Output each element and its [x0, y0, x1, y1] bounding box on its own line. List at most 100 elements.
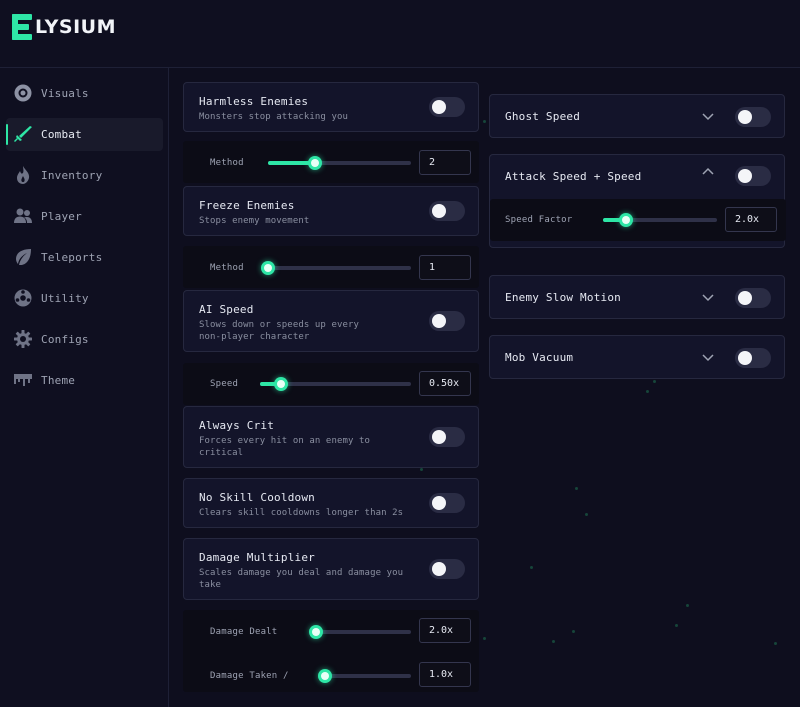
chevron-down-icon[interactable]: [701, 112, 715, 122]
sidebar-item-combat[interactable]: Combat: [6, 118, 163, 151]
slider-label: Speed: [210, 379, 239, 389]
particle: [483, 637, 486, 640]
harmless-enemies-toggle[interactable]: [429, 97, 465, 117]
no-skill-cooldown-toggle[interactable]: [429, 493, 465, 513]
card-title: Attack Speed + Speed: [505, 170, 642, 183]
slider-label: Damage Dealt: [210, 627, 278, 637]
card-description: Clears skill cooldowns longer than 2s: [199, 508, 404, 518]
always-crit-toggle[interactable]: [429, 427, 465, 447]
method-slider[interactable]: [261, 261, 411, 275]
chevron-down-icon[interactable]: [701, 293, 715, 303]
particle: [420, 468, 423, 471]
logo-mark-icon: [12, 14, 34, 40]
card-description: Scales damage you deal and damage you: [199, 568, 404, 578]
damage-taken-slider[interactable]: [318, 669, 411, 683]
eye-icon: [13, 83, 33, 103]
damage-dealt-slider[interactable]: [309, 625, 411, 639]
card-description: take: [199, 580, 222, 590]
particle: [653, 380, 656, 383]
freeze-method-panel: Method 1: [183, 246, 479, 288]
leaf-icon: [13, 247, 33, 267]
flame-icon: [13, 165, 33, 185]
particle: [646, 390, 649, 393]
freeze-enemies-card: Freeze Enemies Stops enemy movement: [183, 186, 479, 236]
mob-vacuum-card[interactable]: Mob Vacuum: [489, 335, 785, 379]
particle: [774, 642, 777, 645]
speed-value-field[interactable]: 0.50x: [419, 371, 471, 396]
sidebar-item-configs[interactable]: Configs: [6, 323, 163, 356]
sidebar-item-label: Combat: [41, 128, 82, 141]
slider-handle[interactable]: [618, 213, 633, 227]
particle: [483, 120, 486, 123]
slider-label: Damage Taken /: [210, 671, 289, 681]
particle: [686, 604, 689, 607]
always-crit-card: Always Crit Forces every hit on an enemy…: [183, 406, 479, 468]
sidebar-item-player[interactable]: Player: [6, 200, 163, 233]
harmless-enemies-card: Harmless Enemies Monsters stop attacking…: [183, 82, 479, 132]
card-title: AI Speed: [199, 303, 254, 316]
speed-slider[interactable]: [260, 377, 411, 391]
slider-handle[interactable]: [274, 377, 289, 391]
sidebar-item-inventory[interactable]: Inventory: [6, 159, 163, 192]
sidebar-item-label: Theme: [41, 374, 76, 387]
slider-handle[interactable]: [318, 669, 332, 683]
chevron-up-icon[interactable]: [701, 166, 715, 176]
ghost-speed-toggle[interactable]: [735, 107, 771, 127]
attack-speed-card[interactable]: Attack Speed + Speed Speed Factor 2.0x: [489, 154, 786, 248]
mob-vacuum-toggle[interactable]: [735, 348, 771, 368]
method-slider[interactable]: [268, 156, 411, 170]
sidebar-item-teleports[interactable]: Teleports: [6, 241, 163, 274]
card-description: critical: [199, 448, 244, 458]
damage-multiplier-toggle[interactable]: [429, 559, 465, 579]
sidebar-item-label: Visuals: [41, 87, 89, 100]
sidebar-item-label: Utility: [41, 292, 89, 305]
particle: [572, 630, 575, 633]
ghost-speed-card[interactable]: Ghost Speed: [489, 94, 785, 138]
enemy-slow-motion-toggle[interactable]: [735, 288, 771, 308]
paint-drip-icon: [13, 370, 33, 390]
particle: [675, 624, 678, 627]
no-skill-cooldown-card: No Skill Cooldown Clears skill cooldowns…: [183, 478, 479, 528]
harmless-method-panel: Method 2: [183, 141, 479, 183]
method-value-field[interactable]: 1: [419, 255, 471, 280]
particle: [530, 566, 533, 569]
card-description: Stops enemy movement: [199, 216, 310, 226]
sidebar-item-utility[interactable]: Utility: [6, 282, 163, 315]
sidebar-item-label: Inventory: [41, 169, 103, 182]
enemy-slow-motion-card[interactable]: Enemy Slow Motion: [489, 275, 785, 319]
damage-multiplier-card: Damage Multiplier Scales damage you deal…: [183, 538, 479, 600]
app-header: LYSIUM: [0, 0, 800, 68]
slider-label: Method: [210, 263, 244, 273]
logo: LYSIUM: [12, 14, 116, 40]
speed-factor-slider[interactable]: [603, 213, 717, 227]
speed-factor-value-field[interactable]: 2.0x: [725, 207, 777, 232]
card-title: Always Crit: [199, 419, 275, 432]
card-description: non-player character: [199, 332, 310, 342]
card-description: Forces every hit on an enemy to: [199, 436, 371, 446]
gear-icon: [13, 329, 33, 349]
ai-speed-card: AI Speed Slows down or speeds up every n…: [183, 290, 479, 352]
card-title: Enemy Slow Motion: [505, 291, 621, 304]
slider-handle[interactable]: [261, 261, 275, 275]
ball-icon: [13, 288, 33, 308]
particle: [585, 513, 588, 516]
slider-handle[interactable]: [309, 625, 323, 639]
damage-taken-value-field[interactable]: 1.0x: [419, 662, 471, 687]
card-title: Mob Vacuum: [505, 351, 574, 364]
slider-handle[interactable]: [308, 156, 323, 170]
attack-speed-toggle[interactable]: [735, 166, 771, 186]
sidebar-item-visuals[interactable]: Visuals: [6, 77, 163, 110]
card-title: Harmless Enemies: [199, 95, 309, 108]
users-icon: [13, 206, 33, 226]
card-title: Ghost Speed: [505, 110, 581, 123]
sidebar-item-theme[interactable]: Theme: [6, 364, 163, 397]
damage-dealt-value-field[interactable]: 2.0x: [419, 618, 471, 643]
sidebar: Visuals Combat Inventory Player Teleport…: [0, 68, 169, 707]
ai-speed-toggle[interactable]: [429, 311, 465, 331]
method-value-field[interactable]: 2: [419, 150, 471, 175]
freeze-enemies-toggle[interactable]: [429, 201, 465, 221]
sidebar-item-label: Player: [41, 210, 82, 223]
sidebar-item-label: Configs: [41, 333, 89, 346]
card-description: Slows down or speeds up every: [199, 320, 360, 330]
chevron-down-icon[interactable]: [701, 353, 715, 363]
